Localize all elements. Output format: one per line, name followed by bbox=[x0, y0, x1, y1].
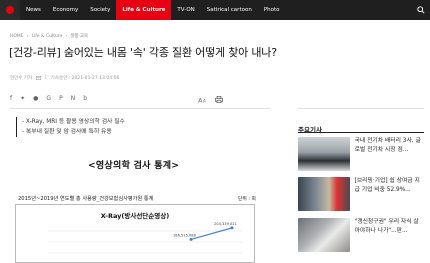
band-icon[interactable]: b bbox=[83, 96, 87, 102]
font-size-icon[interactable]: AA bbox=[198, 96, 208, 103]
article-thumbnail bbox=[298, 177, 350, 211]
facebook-icon[interactable]: f bbox=[10, 96, 12, 102]
nav-item-life-culture[interactable]: Life & Culture bbox=[116, 0, 172, 20]
nav-item-society[interactable]: Society bbox=[84, 0, 116, 20]
chart-data-label: 186,515,088 bbox=[173, 233, 197, 237]
print-icon[interactable] bbox=[215, 96, 223, 103]
svg-text:A: A bbox=[203, 98, 206, 103]
chart-data-label: 204,339,021 bbox=[214, 222, 237, 226]
sidebar-article-title: [브리핑·기업] 쉽 상여금 지급 기업 비중 52.9%... bbox=[354, 178, 420, 193]
breadcrumb-separator: › bbox=[65, 33, 68, 39]
sidebar-article[interactable]: 국내 전기차 배터리 3사, 글로벌 전기차 시장 점... bbox=[298, 137, 424, 173]
naver-icon[interactable]: N bbox=[71, 96, 76, 102]
nav-item-news[interactable]: News bbox=[20, 0, 47, 20]
article-meta: 현인수 기자 | 기사승인 : 2021-01-27 13:04:06 bbox=[10, 75, 119, 81]
breadcrumb-section[interactable]: Life & Culture bbox=[31, 34, 62, 39]
article-date: 기사승인 : 2021-01-27 13:04:06 bbox=[50, 76, 120, 81]
breadcrumb-separator: › bbox=[26, 33, 29, 39]
article-summary: - X-Ray, MRI 등 촬용 영상의학 검사 필수 - 복부내 질환 및 … bbox=[16, 117, 166, 137]
line-chart: 186,515,088 204,339,021 bbox=[48, 222, 242, 254]
sidebar-article-title: "갱신청구권" 우리 자식 살아야하나 나가"...판... bbox=[354, 219, 419, 234]
nav-item-tv-on[interactable]: TV-ON bbox=[171, 0, 200, 20]
nav-item-satirical-cartoon[interactable]: Satirical cartoon bbox=[201, 0, 258, 20]
breadcrumb-home[interactable]: HOME bbox=[10, 34, 24, 39]
chart-unit: 단위 : 회 bbox=[238, 197, 256, 202]
breadcrumb: HOME › Life & Culture › 생활·교육 bbox=[10, 33, 88, 40]
mail-icon[interactable] bbox=[36, 75, 42, 80]
search-button[interactable] bbox=[412, 0, 430, 20]
article-thumbnail bbox=[298, 218, 350, 252]
kakao-icon[interactable]: ● bbox=[33, 96, 38, 102]
chart-point bbox=[230, 226, 234, 230]
google-plus-icon[interactable]: G bbox=[46, 96, 51, 102]
sidebar-article[interactable]: [브리핑·기업] 쉽 상여금 지급 기업 비중 52.9%... bbox=[298, 177, 424, 213]
summary-line: - 복부내 질환 및 암 검사에 특히 유용 bbox=[22, 129, 112, 135]
sidebar-divider bbox=[298, 108, 424, 109]
meta-separator: | bbox=[45, 75, 47, 80]
share-bar: f ✦ ● G P N b bbox=[10, 96, 87, 102]
sidebar-title-rule bbox=[298, 132, 424, 133]
logo-mark bbox=[6, 6, 14, 14]
search-icon bbox=[417, 6, 425, 14]
summary-line: - X-Ray, MRI 등 촬용 영상의학 검사 필수 bbox=[22, 119, 125, 125]
twitter-icon[interactable]: ✦ bbox=[20, 96, 25, 102]
article-thumbnail bbox=[298, 137, 350, 171]
chart-series-line bbox=[190, 227, 233, 240]
nav-item-photo[interactable]: Photo bbox=[258, 0, 286, 20]
article-title: [건강-리뷰] 숨어있는 내몸 '속' 각종 질환 어떻게 찾아 내나? bbox=[9, 46, 277, 59]
sidebar-article-title: 국내 전기차 배터리 3사, 글로벌 전기차 시장 점... bbox=[354, 138, 421, 153]
content-divider bbox=[10, 108, 270, 109]
sidebar-article[interactable]: "갱신청구권" 우리 자식 살아야하나 나가"...판... bbox=[298, 218, 424, 254]
chart-point bbox=[189, 237, 193, 241]
chart-caption: 2015년~2019년 연도별 총 사용량_건강보험심사평가원 통계 bbox=[18, 196, 154, 202]
breadcrumb-subsection[interactable]: 생활·교육 bbox=[70, 33, 88, 39]
top-navigation-bar: News Economy Society Life & Culture TV-O… bbox=[0, 0, 430, 20]
pinterest-icon[interactable]: P bbox=[59, 96, 63, 102]
section-headline: <영상의학 검사 통계> bbox=[88, 161, 180, 171]
site-logo[interactable] bbox=[0, 0, 20, 20]
article-author[interactable]: 현인수 기자 bbox=[10, 75, 32, 81]
article-tools: AA bbox=[198, 96, 223, 103]
nav-item-economy[interactable]: Economy bbox=[47, 0, 84, 20]
